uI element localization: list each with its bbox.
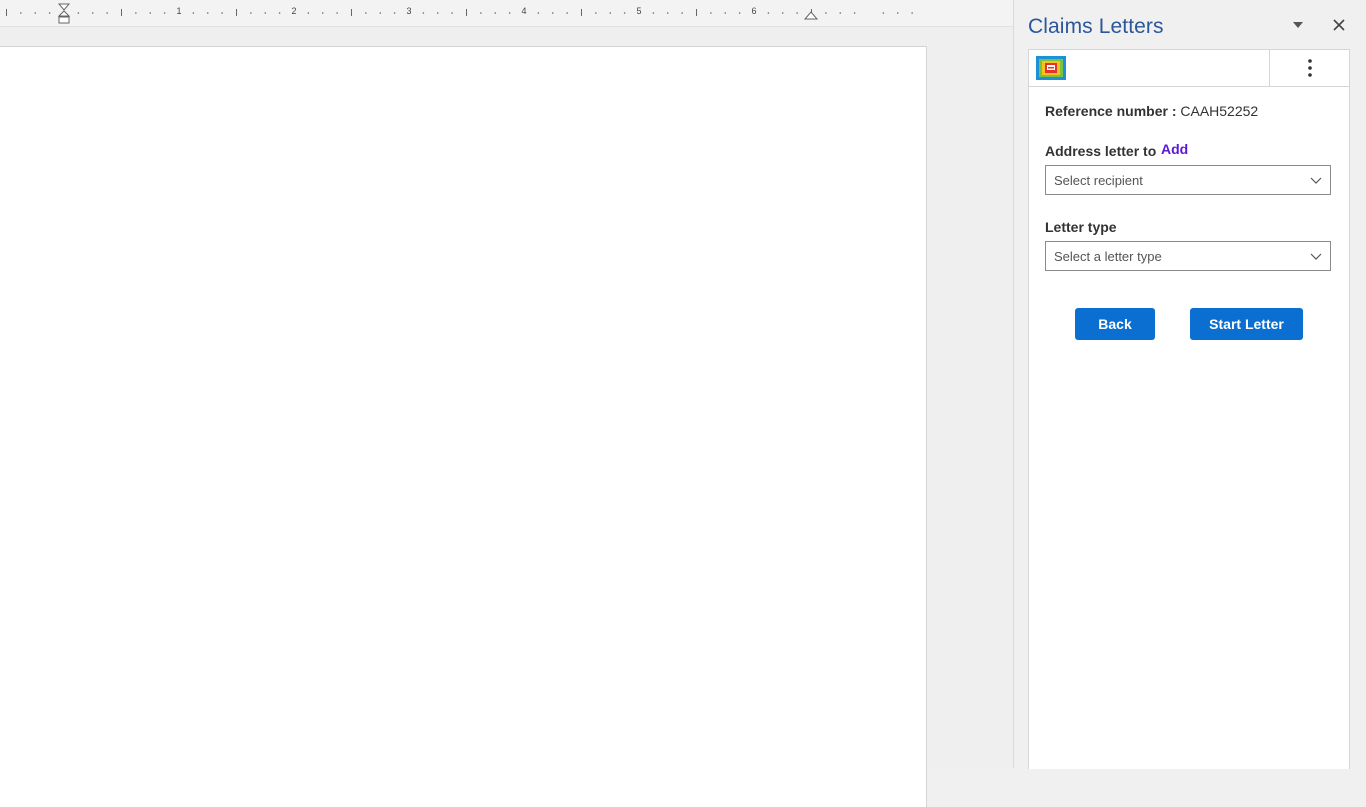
indent-marker-icon[interactable] [57, 3, 71, 25]
addin-content: Reference number : CAAH52252 Address let… [1028, 49, 1350, 769]
task-pane: Claims Letters Reference number: CAAH52… [1013, 0, 1366, 769]
pane-close-button[interactable] [1326, 12, 1352, 38]
more-vertical-icon [1308, 59, 1312, 77]
addin-header [1029, 50, 1349, 87]
ruler-number: 2 [291, 6, 297, 16]
right-indent-marker-icon[interactable] [804, 9, 818, 21]
ruler-number: 4 [521, 6, 527, 16]
pane-title: Claims Letters [1028, 15, 1164, 38]
document-page[interactable] [0, 46, 927, 807]
chevron-down-icon [1310, 253, 1322, 260]
reference-label: Reference number : [1045, 103, 1177, 119]
recipient-select-placeholder: Select recipient [1054, 172, 1143, 188]
back-button[interactable]: Back [1075, 308, 1155, 340]
horizontal-ruler[interactable]: 1 2 3 4 5 6 [0, 0, 1013, 27]
start-letter-button[interactable]: Start Letter [1190, 308, 1303, 340]
letter-type-select[interactable]: Select a letter type [1045, 241, 1331, 271]
letter-type-select-placeholder: Select a letter type [1054, 248, 1162, 264]
ruler-number: 1 [176, 6, 182, 16]
ruler-ticks [6, 9, 913, 16]
letter-type-label-text: Letter type [1045, 219, 1117, 235]
more-options-button[interactable] [1269, 50, 1350, 86]
document-area [0, 27, 1013, 807]
chevron-down-icon [1310, 177, 1322, 184]
recipient-select[interactable]: Select recipient [1045, 165, 1331, 195]
add-recipient-link[interactable]: Add [1161, 141, 1188, 157]
addin-logo-icon [1036, 56, 1066, 80]
ruler-number: 3 [406, 6, 412, 16]
address-label-text: Address letter to [1045, 143, 1157, 159]
ruler-number: 5 [636, 6, 642, 16]
reference-number: Reference number : CAAH52252 [1045, 103, 1258, 119]
close-icon [1333, 19, 1345, 31]
address-label: Address letter to [1045, 143, 1156, 159]
letter-type-label: Letter type [1045, 219, 1117, 235]
caret-down-icon [1293, 22, 1303, 28]
ruler-number: 6 [751, 6, 757, 16]
pane-options-button[interactable] [1285, 12, 1311, 38]
reference-value: CAAH52252 [1180, 103, 1259, 119]
